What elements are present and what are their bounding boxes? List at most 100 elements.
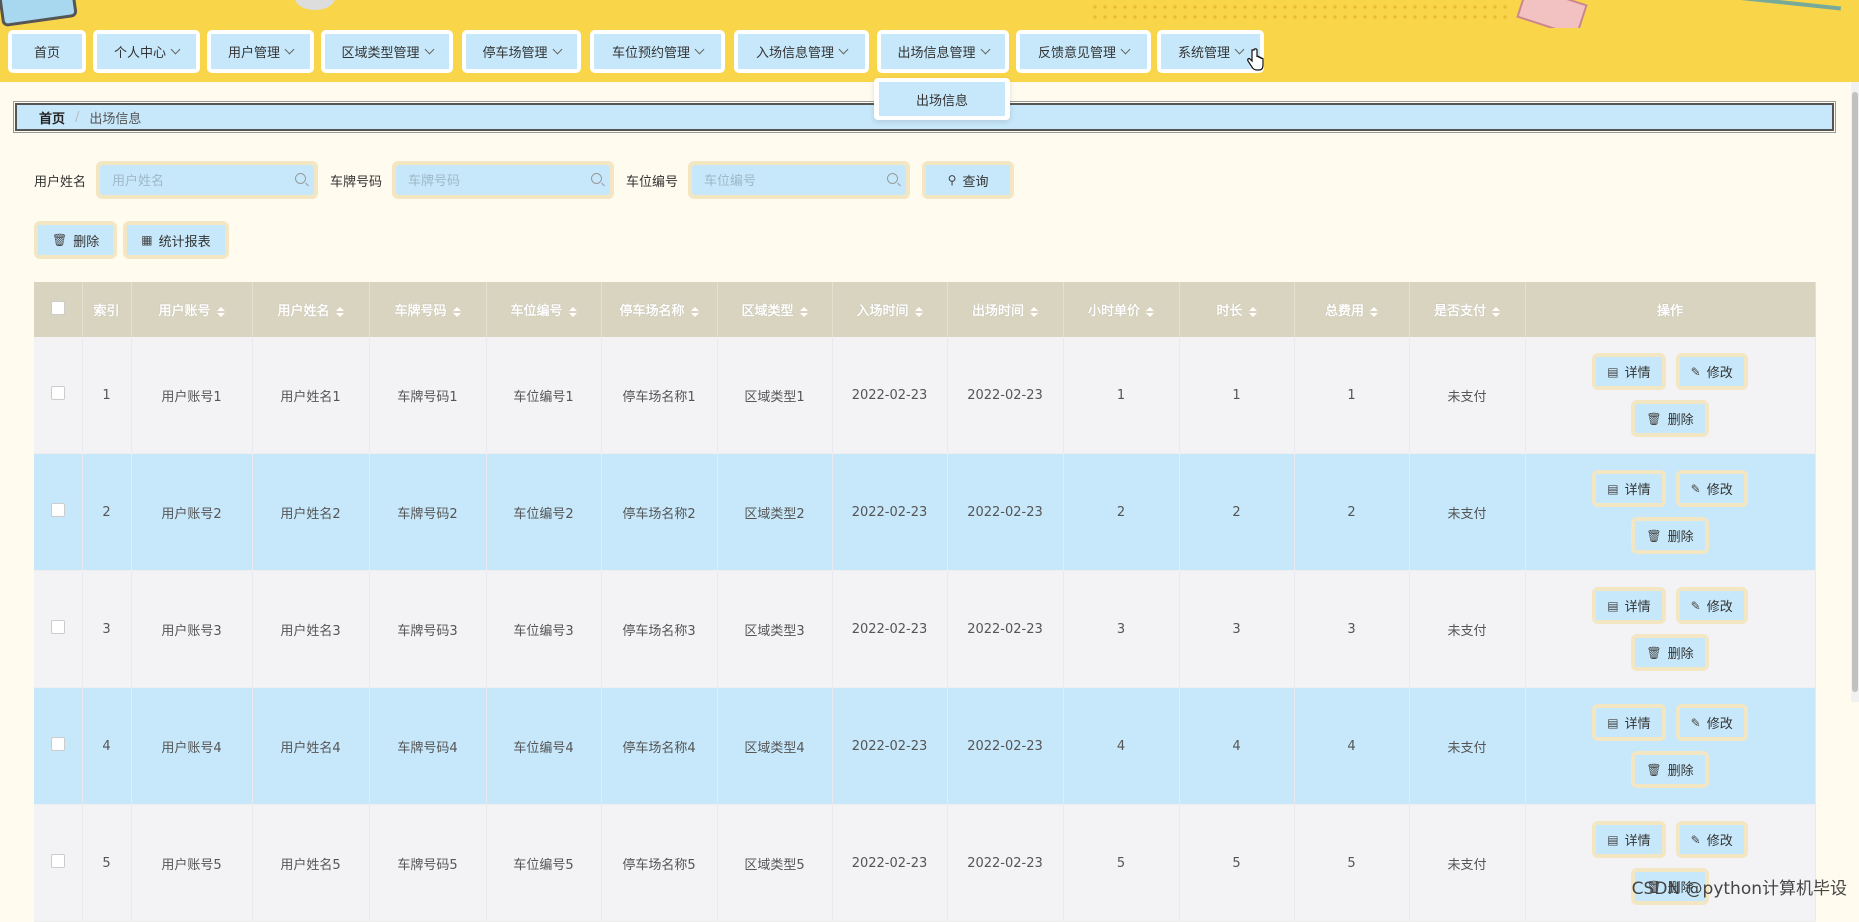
row-checkbox[interactable] (50, 854, 65, 868)
column-header-sortable[interactable]: 车位编号 (486, 282, 602, 337)
edit-button[interactable]: ✎ 修改 (1675, 470, 1748, 507)
edit-button[interactable]: ✎ 修改 (1675, 353, 1748, 390)
sort-icon[interactable] (914, 306, 923, 317)
column-header-sortable[interactable]: 用户账号 (131, 282, 253, 337)
column-header-label: 是否支付 (1433, 304, 1486, 319)
nav-item-reservation-management[interactable]: 车位预约管理 (590, 30, 725, 73)
detail-label: 详情 (1624, 600, 1651, 615)
plate-input[interactable] (396, 165, 591, 197)
sort-icon[interactable] (452, 306, 461, 317)
search-icon (295, 173, 307, 184)
table-body: 1 用户账号1 用户姓名1 车牌号码1 车位编号1 停车场名称1 区域类型1 2022-02-… (34, 337, 1816, 922)
sort-icon[interactable] (1370, 306, 1378, 317)
cell-out-time: 2022-02-23 (947, 687, 1064, 805)
detail-button[interactable]: ▤ 详情 (1592, 821, 1666, 858)
table-row[interactable]: 2 用户账号2 用户姓名2 车牌号码2 车位编号2 停车场名称2 区域类型2 2022-02-… (34, 453, 1816, 571)
nav-item-area-type-management[interactable]: 区域类型管理 (321, 30, 453, 73)
cell-price: 3 (1063, 570, 1180, 688)
column-header-sortable[interactable]: 总费用 (1294, 282, 1410, 337)
nav-item-entry-management[interactable]: 入场信息管理 (734, 30, 869, 73)
row-select-cell (34, 570, 83, 688)
edit-button[interactable]: ✎ 修改 (1675, 587, 1748, 624)
sort-icon[interactable] (690, 306, 699, 317)
dropdown-item-exit-info[interactable]: 出场信息 (879, 82, 1005, 116)
edit-button[interactable]: ✎ 修改 (1675, 821, 1748, 858)
row-checkbox[interactable] (50, 737, 65, 751)
nav-item-home[interactable]: 首页 (8, 30, 86, 73)
table-row[interactable]: 5 用户账号5 用户姓名5 车牌号码5 车位编号5 停车场名称5 区域类型5 2022-02-… (34, 804, 1816, 922)
nav-item-user-management[interactable]: 用户管理 (207, 30, 314, 73)
sort-icon[interactable] (799, 306, 808, 317)
space-input[interactable] (692, 165, 887, 197)
row-checkbox[interactable] (50, 503, 65, 517)
stats-report-button[interactable]: ▦ 统计报表 (123, 221, 229, 259)
nav-label: 系统管理 (1177, 46, 1230, 61)
batch-delete-button[interactable]: 🗑 删除 (34, 221, 118, 259)
cell-index: 2 (82, 453, 132, 571)
table-row[interactable]: 1 用户账号1 用户姓名1 车牌号码1 车位编号1 停车场名称1 区域类型1 2022-02-… (34, 337, 1816, 454)
row-checkbox[interactable] (50, 620, 65, 634)
sort-icon[interactable] (216, 306, 225, 317)
sort-icon[interactable] (1248, 306, 1257, 317)
search-icon (591, 173, 603, 184)
trash-icon: 🗑 (1646, 528, 1662, 543)
column-header: 索引 (82, 282, 132, 337)
sort-icon[interactable] (1146, 306, 1154, 317)
column-header-sortable[interactable]: 时长 (1179, 282, 1295, 337)
search-icon (887, 173, 899, 184)
document-icon: ▤ (1607, 832, 1619, 847)
cell-total: 5 (1294, 804, 1410, 922)
document-icon: ▤ (1607, 715, 1619, 730)
edit-button[interactable]: ✎ 修改 (1675, 704, 1748, 741)
column-header-sortable[interactable]: 区域类型 (717, 282, 833, 337)
detail-button[interactable]: ▤ 详情 (1592, 470, 1666, 507)
detail-button[interactable]: ▤ 详情 (1592, 587, 1666, 624)
column-header-sortable[interactable]: 车牌号码 (369, 282, 487, 337)
scrollbar-thumb[interactable] (1852, 92, 1858, 692)
nav-label: 车位预约管理 (611, 46, 690, 61)
cell-price: 5 (1063, 804, 1180, 922)
row-checkbox[interactable] (50, 386, 65, 400)
cell-area: 区域类型4 (717, 687, 833, 805)
sort-icon[interactable] (1492, 306, 1500, 317)
delete-button[interactable]: 🗑 删除 (1631, 400, 1709, 437)
query-button[interactable]: ⚲ 查询 (922, 161, 1015, 199)
column-header-label: 车位编号 (510, 304, 563, 319)
sort-icon[interactable] (1030, 306, 1038, 317)
nav-item-personal-center[interactable]: 个人中心 (93, 30, 200, 73)
document-icon: ▤ (1607, 364, 1619, 379)
column-header-sortable[interactable]: 小时单价 (1063, 282, 1180, 337)
stats-label: 统计报表 (158, 234, 211, 250)
delete-label: 删除 (1667, 413, 1694, 428)
cell-index: 1 (82, 337, 132, 454)
sort-icon[interactable] (568, 306, 577, 317)
nav-label: 首页 (33, 46, 60, 61)
user-name-input[interactable] (100, 165, 295, 197)
nav-item-feedback-management[interactable]: 反馈意见管理 (1016, 30, 1151, 73)
cell-duration: 5 (1179, 804, 1295, 922)
row-actions-cell: ▤ 详情 ✎ 修改 🗑 删除 (1525, 687, 1816, 805)
scrollbar[interactable] (1851, 82, 1859, 702)
column-header-sortable[interactable]: 出场时间 (947, 282, 1064, 337)
row-select-cell (34, 804, 83, 922)
table-row[interactable]: 3 用户账号3 用户姓名3 车牌号码3 车位编号3 停车场名称3 区域类型3 2022-02-… (34, 570, 1816, 688)
delete-button[interactable]: 🗑 删除 (1631, 751, 1709, 788)
column-header-sortable[interactable]: 停车场名称 (601, 282, 718, 337)
column-header-sortable[interactable]: 是否支付 (1409, 282, 1526, 337)
detail-button[interactable]: ▤ 详情 (1592, 353, 1666, 390)
breadcrumb-home[interactable]: 首页 (39, 108, 65, 127)
sort-icon[interactable] (335, 306, 344, 317)
column-header-sortable[interactable]: 用户姓名 (252, 282, 370, 337)
column-header-sortable[interactable]: 入场时间 (832, 282, 948, 337)
delete-button[interactable]: 🗑 删除 (1631, 634, 1709, 671)
nav-item-exit-management[interactable]: 出场信息管理 (877, 30, 1009, 73)
delete-button[interactable]: 🗑 删除 (1631, 517, 1709, 554)
action-bar: 🗑 删除 ▦ 统计报表 (34, 221, 235, 259)
detail-button[interactable]: ▤ 详情 (1592, 704, 1666, 741)
pencil-icon: ✎ (1690, 832, 1701, 847)
cell-total: 4 (1294, 687, 1410, 805)
nav-item-parking-lot-management[interactable]: 停车场管理 (462, 30, 581, 73)
select-all-checkbox[interactable] (50, 300, 65, 315)
table-row[interactable]: 4 用户账号4 用户姓名4 车牌号码4 车位编号4 停车场名称4 区域类型4 2022-02-… (34, 687, 1816, 805)
chevron-down-icon (838, 44, 849, 55)
